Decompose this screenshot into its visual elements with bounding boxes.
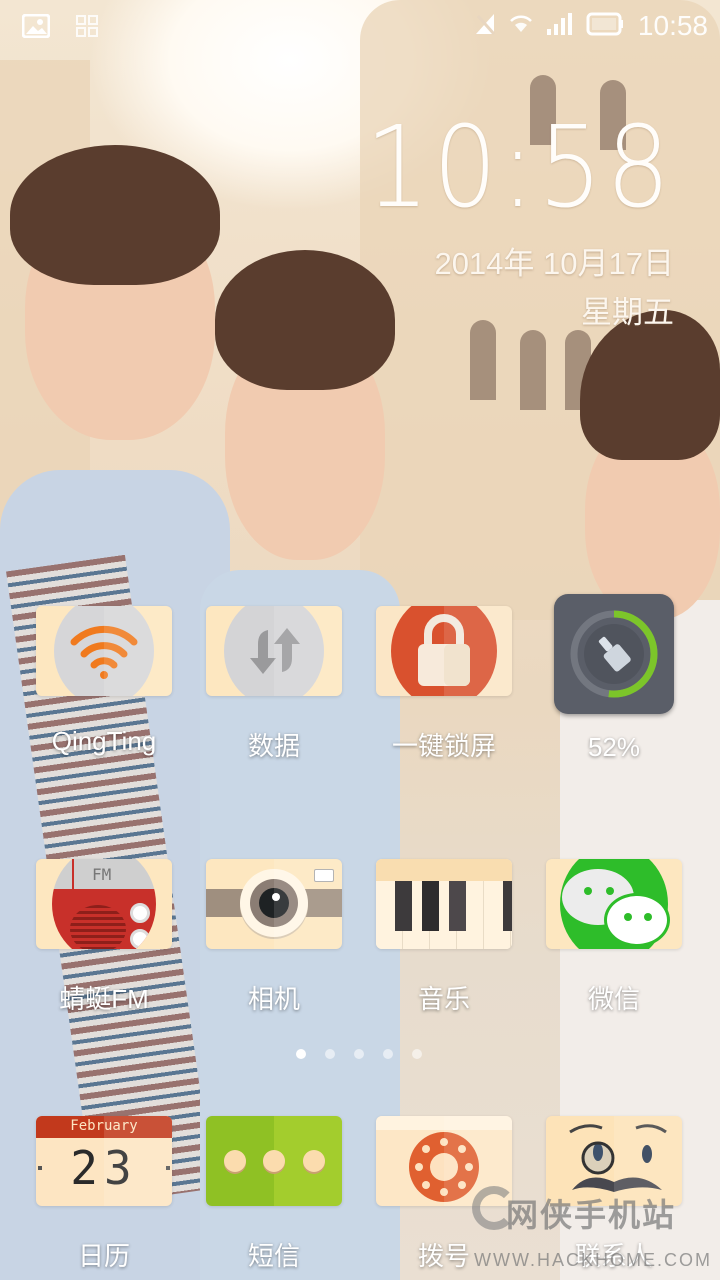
cellular-signal-icon — [546, 12, 572, 40]
person-hair — [10, 145, 220, 285]
piano-icon — [376, 859, 512, 949]
clock-time: 10:58 — [365, 103, 674, 233]
qr-scan-icon — [76, 15, 98, 41]
page-indicator — [296, 1049, 422, 1059]
calendar-day: 23 — [70, 1141, 138, 1195]
app-label: 微信 — [587, 984, 640, 1014]
watermark-name: 网侠手机站 — [506, 1197, 677, 1233]
gallery-notification-icon — [21, 13, 51, 42]
watermark: 网侠手机站 WWW.HACKHOME.COM — [472, 1186, 712, 1271]
castle-arch — [520, 330, 546, 410]
wifi-icon — [510, 15, 532, 37]
page-dot[interactable] — [325, 1049, 335, 1059]
app-wechat[interactable]: 微信 — [529, 859, 699, 1016]
radio-fm-text: FM — [92, 865, 112, 884]
calendar-month: February — [70, 1118, 138, 1134]
calendar-icon: February 23 — [36, 1116, 172, 1206]
app-label: 日历 — [77, 1241, 130, 1271]
message-dots-icon — [206, 1116, 342, 1206]
no-signal-icon — [474, 12, 496, 40]
app-label: 相机 — [247, 984, 300, 1014]
status-bar: 10:58 — [0, 0, 720, 50]
castle-arch — [470, 320, 496, 400]
camera-icon — [206, 859, 342, 949]
page-dot[interactable] — [412, 1049, 422, 1059]
page-dot[interactable] — [383, 1049, 393, 1059]
app-qingting-fm[interactable]: FM 蜻蜓FM — [19, 859, 189, 1016]
battery-icon — [586, 12, 624, 40]
app-label: 蜻蜓FM — [59, 984, 149, 1014]
dock-app-sms[interactable]: 短信 — [189, 1116, 359, 1273]
app-label: 一键锁屏 — [391, 731, 496, 761]
data-sync-icon — [206, 606, 342, 696]
app-lockscreen[interactable]: 一键锁屏 — [359, 606, 529, 763]
lock-icon — [376, 606, 512, 696]
page-dot[interactable] — [296, 1049, 306, 1059]
radio-icon: FM — [36, 859, 172, 949]
wechat-icon — [546, 859, 682, 949]
clock-date: 2014年 10月17日 — [434, 246, 674, 281]
app-label: QingTing — [51, 726, 157, 756]
broom-cleaner-icon — [554, 594, 674, 714]
watermark-logo-icon — [472, 1186, 516, 1230]
page-dot[interactable] — [354, 1049, 364, 1059]
app-music[interactable]: 音乐 — [359, 859, 529, 1016]
app-data[interactable]: 数据 — [189, 606, 359, 763]
dock-app-calendar[interactable]: February 23 日历 — [19, 1116, 189, 1273]
app-label: 音乐 — [417, 984, 470, 1014]
app-cleaner[interactable]: 52% — [529, 594, 699, 763]
app-label: 短信 — [247, 1241, 300, 1271]
app-camera[interactable]: 相机 — [189, 859, 359, 1016]
clock-widget[interactable]: 10:58 2014年 10月17日 星期五 — [331, 112, 674, 332]
app-label: 52% — [587, 732, 641, 762]
wifi-icon — [36, 606, 172, 696]
app-qingting[interactable]: QingTing — [19, 606, 189, 757]
app-label: 数据 — [247, 731, 300, 761]
status-bar-time: 10:58 — [637, 10, 708, 41]
watermark-url: WWW.HACKHOME.COM — [474, 1250, 712, 1270]
clock-weekday: 星期五 — [581, 295, 674, 330]
